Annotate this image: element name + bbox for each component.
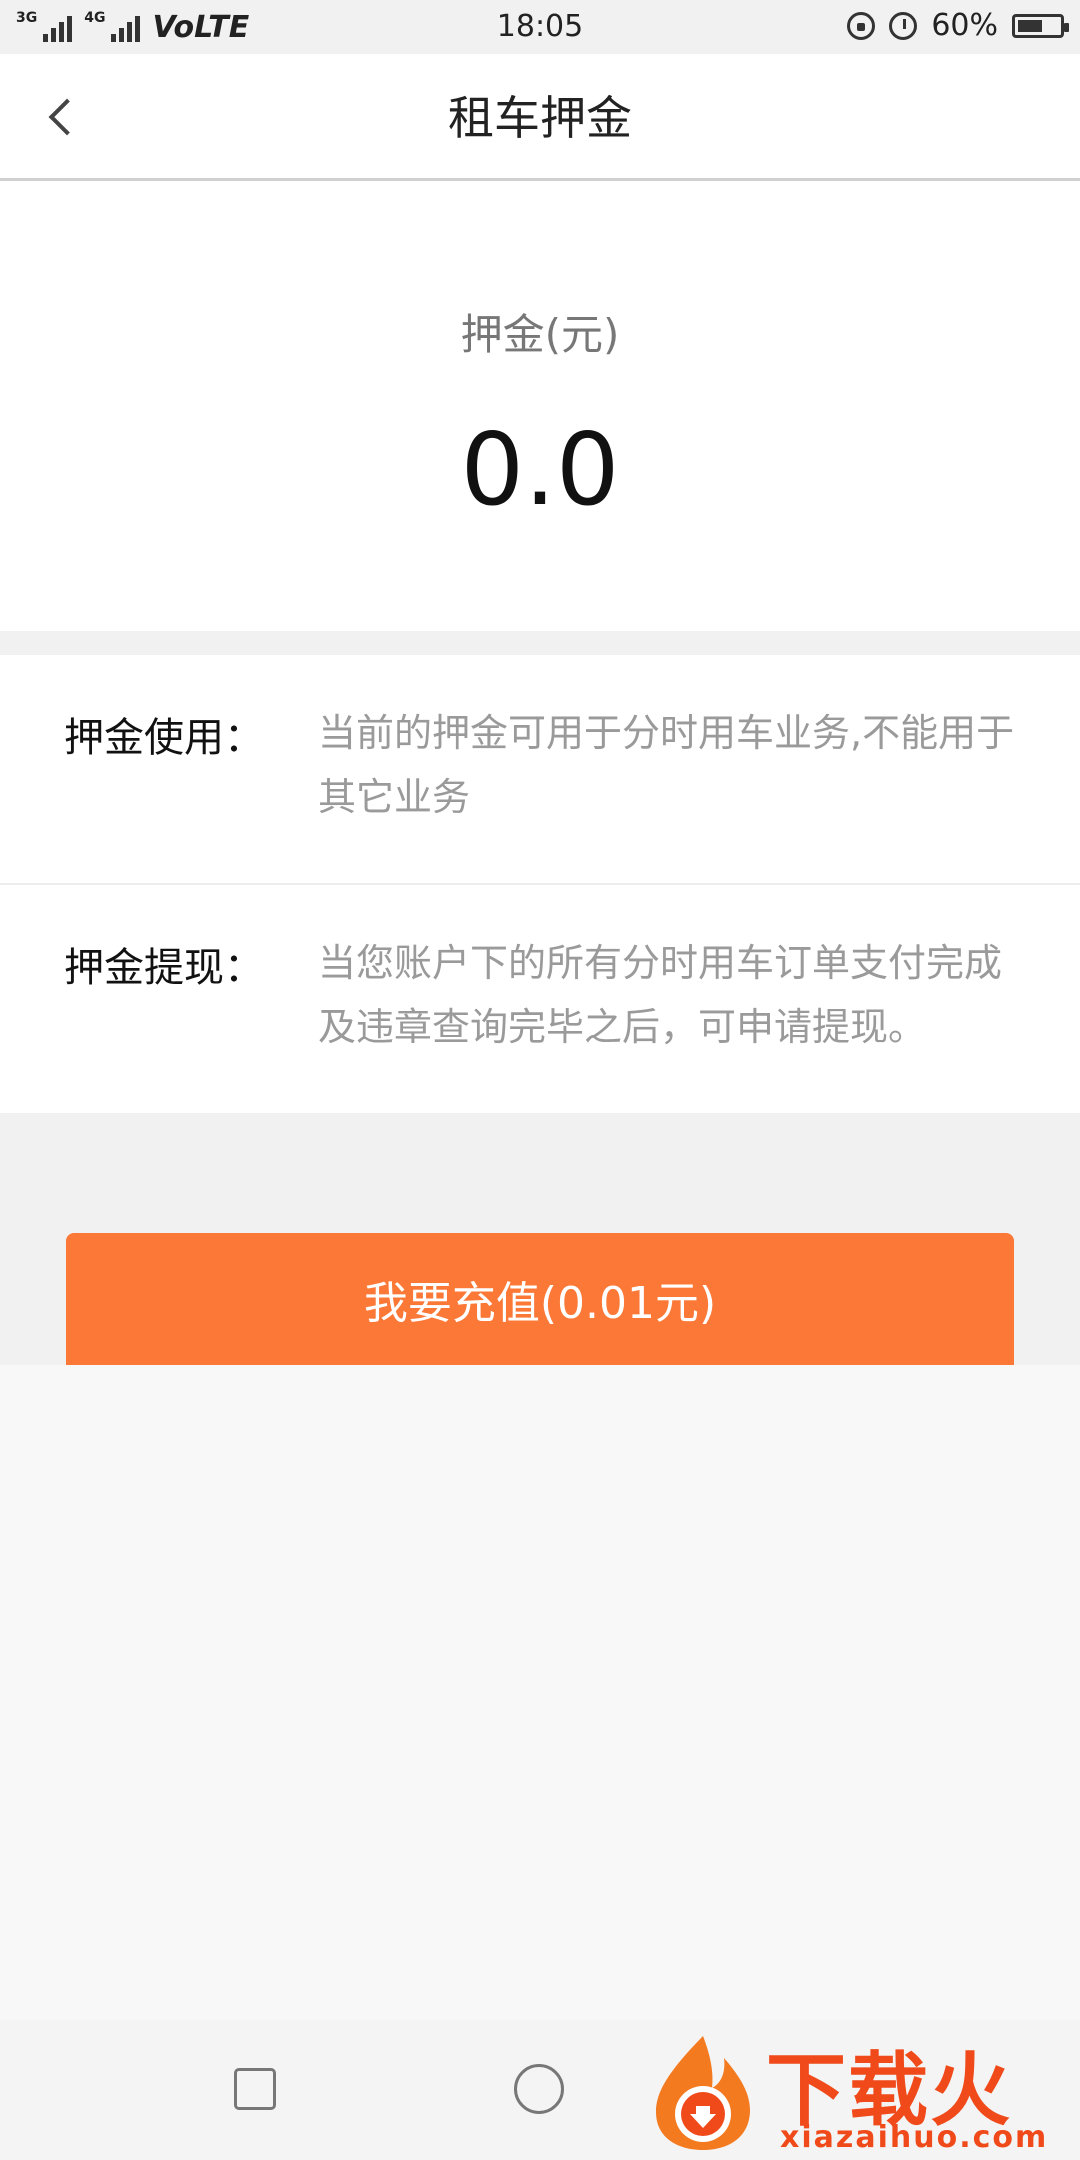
battery-percent: 60%: [931, 8, 998, 43]
deposit-withdraw-row: 押金提现： 当您账户下的所有分时用车订单支付完成及违章查询完毕之后，可申请提现。: [0, 885, 1080, 1113]
flame-logo-icon: [656, 2036, 750, 2150]
recent-apps-button[interactable]: [234, 2068, 276, 2110]
button-area: 我要充值(0.01元): [0, 1113, 1080, 1365]
watermark-url: xiazaihuo.com: [780, 2120, 1049, 2155]
deposit-amount: 0.0: [460, 411, 620, 528]
section-divider: [0, 631, 1080, 655]
deposit-usage-title: 押金使用：: [64, 715, 264, 761]
deposit-withdraw-desc: 当您账户下的所有分时用车订单支付完成及违章查询完毕之后，可申请提现。: [318, 941, 1003, 1049]
recharge-button[interactable]: 我要充值(0.01元): [66, 1233, 1014, 1365]
status-bar: 3G 4G VoLTE 18:05 60%: [0, 0, 1080, 54]
watermark: 下载火 xiazaihuo.com: [640, 2018, 1080, 2160]
status-right: 60%: [847, 8, 1069, 43]
deposit-card: 押金(元) 0.0: [0, 181, 1080, 631]
deposit-usage-row: 押金使用： 当前的押金可用于分时用车业务,不能用于其它业务: [0, 655, 1080, 885]
home-button[interactable]: [514, 2064, 564, 2114]
deposit-label: 押金(元): [460, 310, 620, 359]
page-title: 租车押金: [448, 91, 632, 145]
alarm-icon: [889, 11, 918, 40]
deposit-withdraw-title: 押金提现：: [64, 945, 264, 991]
battery-icon: [1012, 13, 1069, 38]
battery-level-fill: [1018, 19, 1042, 32]
rotation-lock-icon: [847, 11, 876, 40]
navigation-bar: 租车押金: [0, 54, 1080, 181]
deposit-usage-desc: 当前的押金可用于分时用车业务,不能用于其它业务: [318, 711, 1015, 819]
